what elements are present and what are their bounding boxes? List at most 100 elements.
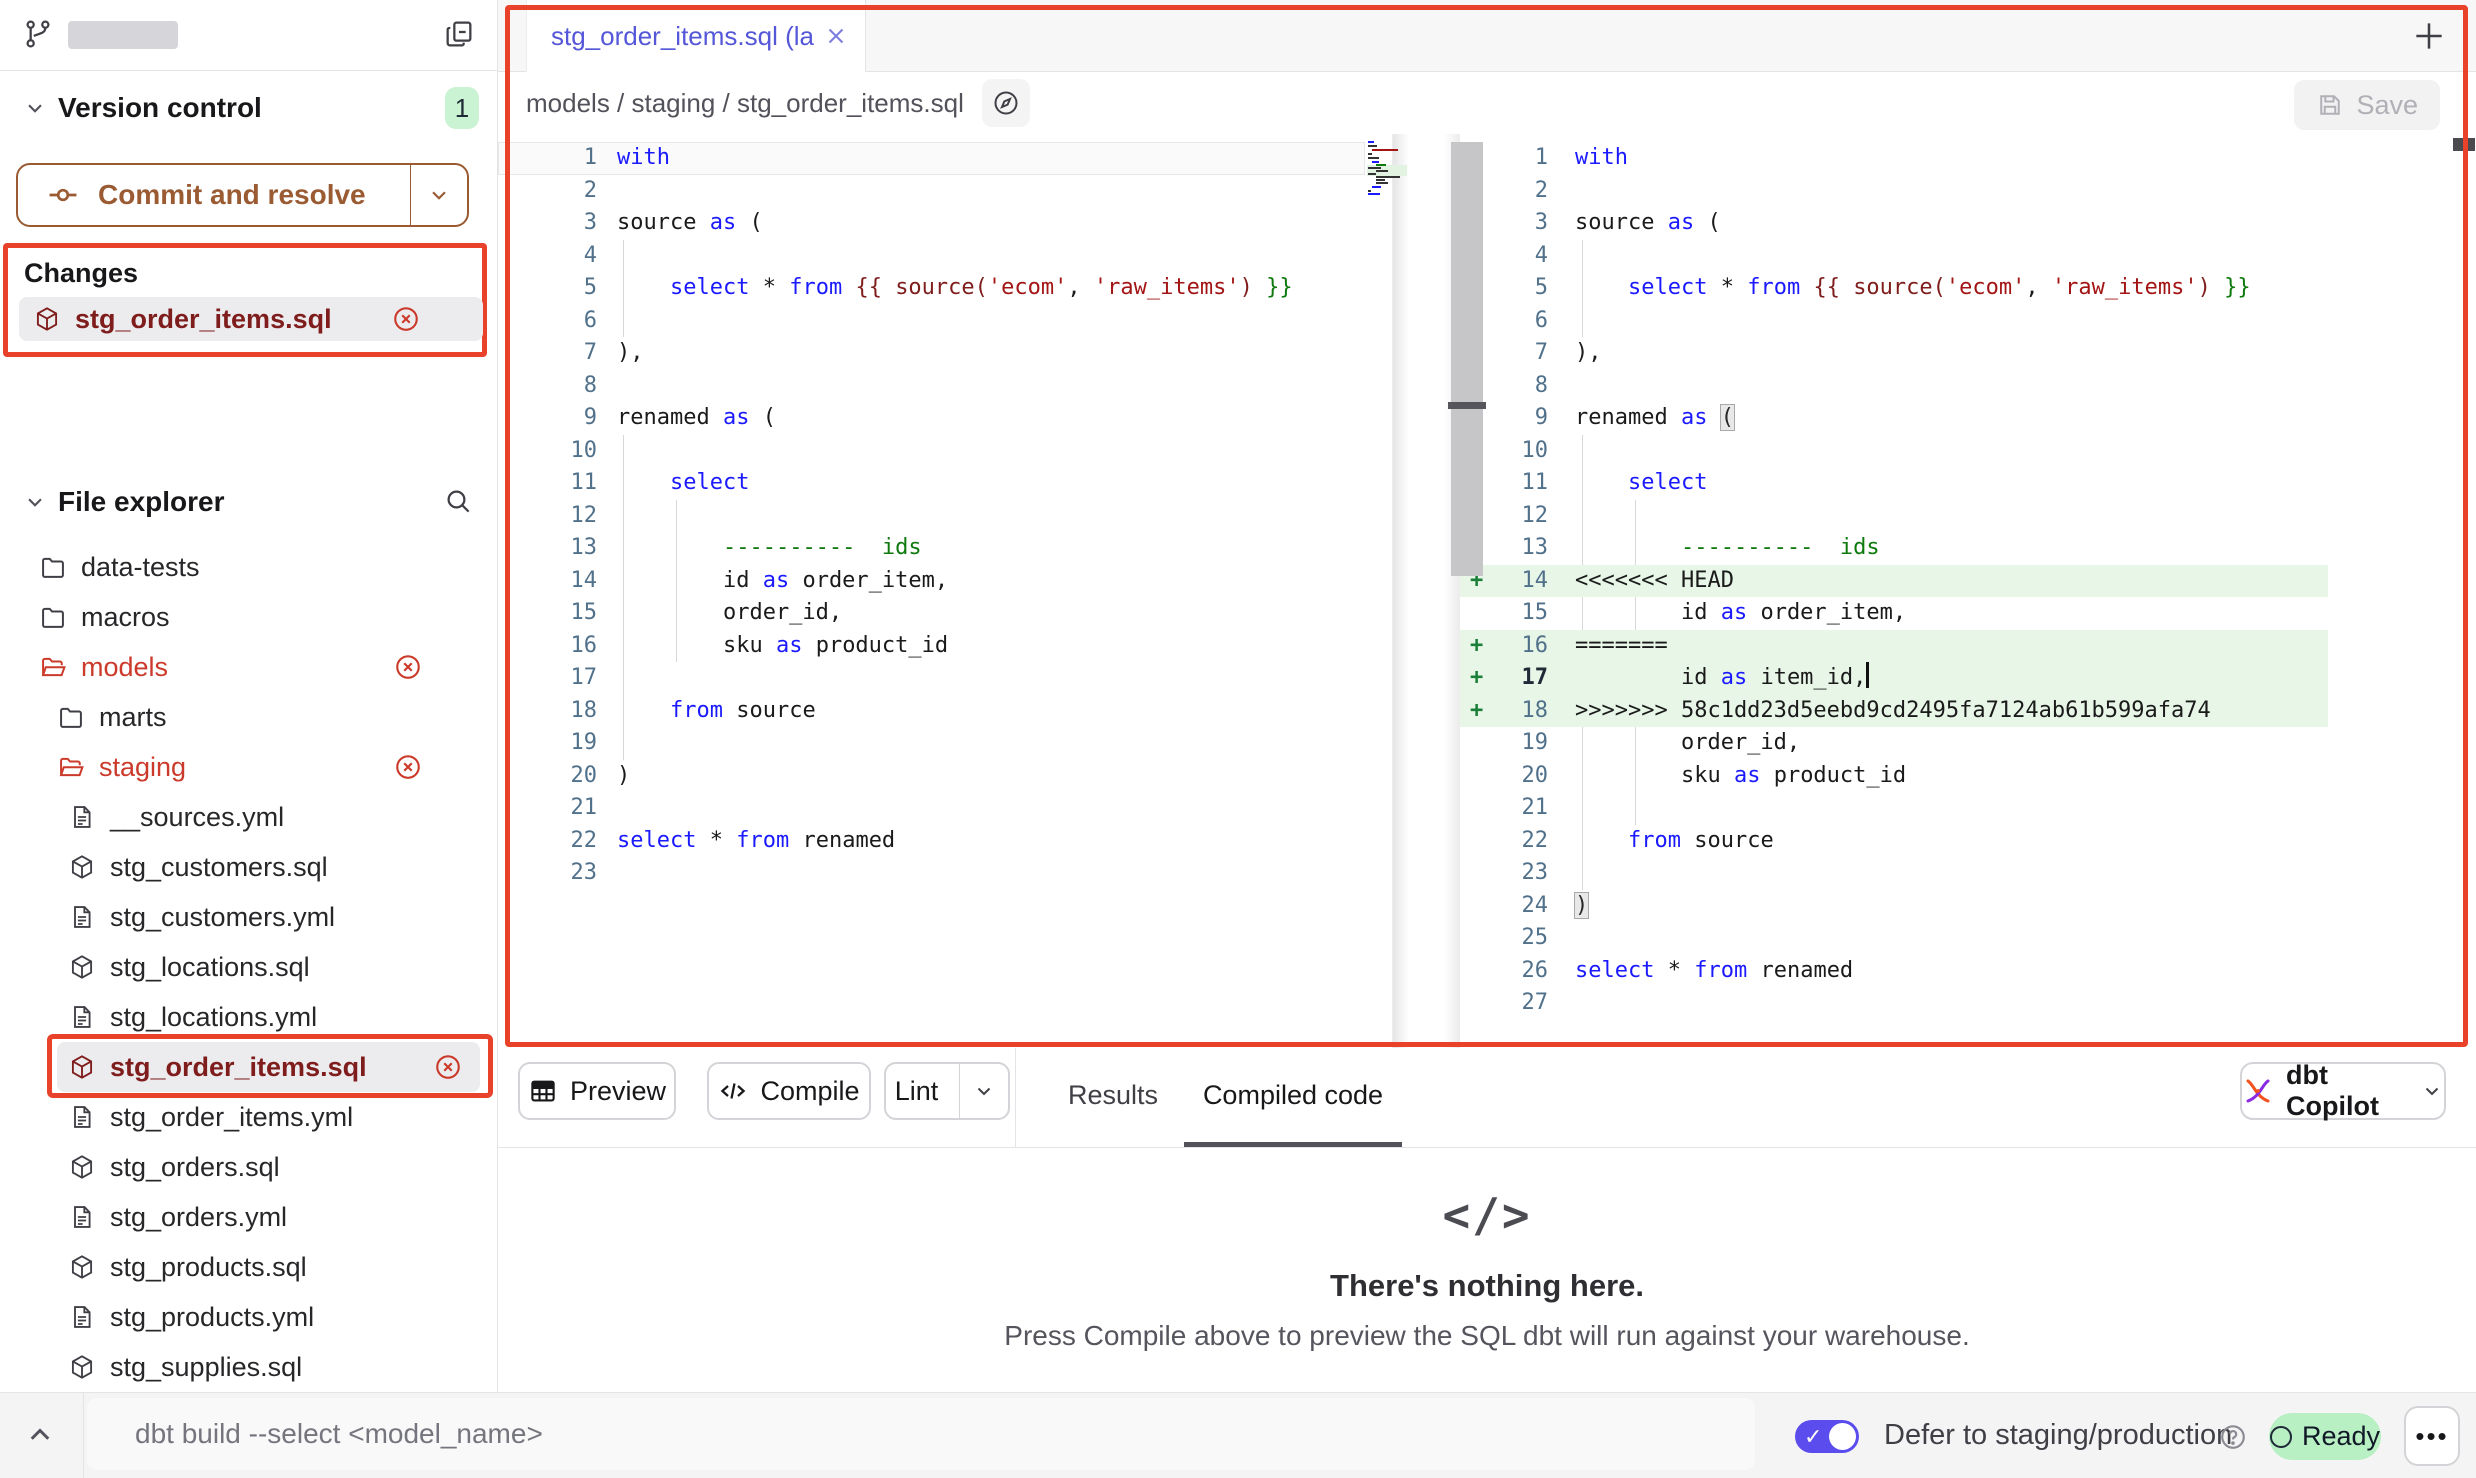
- copy-icon[interactable]: [443, 18, 475, 50]
- compile-button[interactable]: Compile: [707, 1062, 871, 1120]
- save-button[interactable]: Save: [2294, 80, 2440, 130]
- line-number: 6: [498, 305, 597, 338]
- chevron-up-icon[interactable]: [22, 1417, 58, 1453]
- code-line-18: +18>>>>>>> 58c1dd23d5eebd9cd2495fa7124ab…: [1460, 695, 2476, 728]
- defer-toggle[interactable]: ✓: [1795, 1420, 1859, 1453]
- line-number: 3: [498, 207, 597, 240]
- file-row-stg-supplies-sql[interactable]: stg_supplies.sql: [0, 1342, 497, 1392]
- file-label: macros: [81, 602, 170, 633]
- code-line-23: 23: [498, 857, 1392, 890]
- line-number: 18: [498, 695, 597, 728]
- line-number: 5: [498, 272, 597, 305]
- file-row-data-tests[interactable]: data-tests: [0, 542, 497, 592]
- dbt-copilot-button[interactable]: dbt Copilot: [2240, 1062, 2446, 1120]
- file-row-stg-products-sql[interactable]: stg_products.sql: [0, 1242, 497, 1292]
- changed-file-label: stg_order_items.sql: [75, 304, 332, 335]
- folder-open-icon: [39, 653, 67, 681]
- file-row-stg-orders-sql[interactable]: stg_orders.sql: [0, 1142, 497, 1192]
- empty-state-subtitle: Press Compile above to preview the SQL d…: [498, 1320, 2476, 1352]
- file-row-stg-orders-yml[interactable]: stg_orders.yml: [0, 1192, 497, 1242]
- line-number: 27: [1460, 987, 1548, 1020]
- file-row-stg-products-yml[interactable]: stg_products.yml: [0, 1292, 497, 1342]
- breadcrumb-row: models / staging / stg_order_items.sql S…: [498, 72, 2476, 134]
- tab-results[interactable]: Results: [1058, 1048, 1168, 1143]
- more-options-button[interactable]: •••: [2404, 1406, 2460, 1466]
- command-input[interactable]: dbt build --select <model_name>: [87, 1398, 1755, 1470]
- status-circle-icon: [2270, 1426, 2292, 1448]
- discard-change-icon[interactable]: [393, 652, 423, 682]
- model-cube-icon: [68, 953, 96, 981]
- file-row-macros[interactable]: macros: [0, 592, 497, 642]
- file-row-staging[interactable]: staging: [0, 742, 497, 792]
- file-row-stg-customers-sql[interactable]: stg_customers.sql: [0, 842, 497, 892]
- chevron-down-icon: [972, 1079, 996, 1103]
- right-scrollbar-thumb[interactable]: [1451, 142, 1483, 576]
- text-cursor: [1866, 662, 1869, 688]
- folder-open-icon: [57, 753, 85, 781]
- output-panel: </> There's nothing here. Press Compile …: [498, 1148, 2476, 1392]
- file-label: stg_locations.yml: [110, 1002, 317, 1033]
- copilot-label: dbt Copilot: [2286, 1060, 2408, 1122]
- file-row-models[interactable]: models: [0, 642, 497, 692]
- model-cube-icon: [68, 853, 96, 881]
- discard-change-icon[interactable]: [393, 752, 423, 782]
- doc-icon: [68, 903, 96, 931]
- editor-pane-modified[interactable]: 1with23source as (45 select * from {{ so…: [1460, 134, 2476, 1048]
- doc-icon: [68, 1303, 96, 1331]
- save-icon: [2316, 91, 2344, 119]
- file-label: stg_products.yml: [110, 1302, 314, 1333]
- code-line-19: 19 order_id,: [1460, 727, 2476, 760]
- lint-button[interactable]: Lint: [884, 1062, 1010, 1120]
- file-row-stg-customers-yml[interactable]: stg_customers.yml: [0, 892, 497, 942]
- file-row-stg-locations-sql[interactable]: stg_locations.sql: [0, 942, 497, 992]
- line-number: 20: [498, 760, 597, 793]
- file-explorer-section-header[interactable]: File explorer: [0, 478, 497, 526]
- close-icon[interactable]: [823, 23, 849, 49]
- lineage-button[interactable]: [982, 79, 1030, 127]
- git-commit-icon: [46, 178, 80, 212]
- editor-pane-original[interactable]: 1with23source as (45 select * from {{ so…: [498, 134, 1393, 1048]
- code-line-2: 2: [498, 175, 1392, 208]
- discard-change-icon[interactable]: [433, 1052, 463, 1082]
- line-number: 7: [498, 337, 597, 370]
- folder-icon: [57, 703, 85, 731]
- file-row-stg-locations-yml[interactable]: stg_locations.yml: [0, 992, 497, 1042]
- commit-and-resolve-button[interactable]: Commit and resolve: [16, 163, 469, 227]
- file-row--sources-yml[interactable]: __sources.yml: [0, 792, 497, 842]
- code-glyph-icon: </>: [1442, 1188, 1532, 1242]
- file-row-marts[interactable]: marts: [0, 692, 497, 742]
- tab-stg-order-items[interactable]: stg_order_items.sql (last c...: [526, 0, 866, 72]
- code-line-27: 27: [1460, 987, 2476, 1020]
- line-number: 12: [498, 500, 597, 533]
- changed-file-row[interactable]: stg_order_items.sql: [19, 297, 483, 341]
- code-line-16: +16=======: [1460, 630, 2476, 663]
- search-icon[interactable]: [443, 486, 473, 516]
- preview-button[interactable]: Preview: [518, 1062, 676, 1120]
- code-line-12: 12: [498, 500, 1392, 533]
- tab-compiled-code[interactable]: Compiled code: [1188, 1048, 1398, 1143]
- file-row-stg-order-items-yml[interactable]: stg_order_items.yml: [0, 1092, 497, 1142]
- chevron-down-icon: [2420, 1079, 2444, 1103]
- line-number: 15: [498, 597, 597, 630]
- discard-change-icon[interactable]: [391, 304, 421, 334]
- file-label: stg_orders.sql: [110, 1152, 280, 1183]
- ready-status-badge[interactable]: Ready: [2269, 1413, 2381, 1460]
- new-tab-icon[interactable]: [2410, 17, 2448, 55]
- file-row-stg-order-items-sql[interactable]: stg_order_items.sql: [57, 1042, 480, 1092]
- file-explorer-list: data-tests macros models martsstaging__sour…: [0, 542, 497, 1392]
- model-cube-icon: [68, 1353, 96, 1381]
- file-label: models: [81, 652, 168, 683]
- commit-dropdown-button[interactable]: [410, 165, 467, 225]
- doc-icon: [68, 803, 96, 831]
- code-line-11: 11 select: [1460, 467, 2476, 500]
- lint-dropdown-button[interactable]: [959, 1064, 1008, 1118]
- line-number: 2: [498, 175, 597, 208]
- help-icon[interactable]: [2218, 1422, 2248, 1452]
- line-number: 25: [1460, 922, 1548, 955]
- minimap[interactable]: [1367, 139, 1425, 197]
- version-control-section-header[interactable]: Version control 1: [0, 84, 497, 132]
- code-line-3: 3source as (: [498, 207, 1392, 240]
- code-line-16: 16 sku as product_id: [498, 630, 1392, 663]
- code-line-5: 5 select * from {{ source('ecom', 'raw_i…: [1460, 272, 2476, 305]
- check-icon: ✓: [1804, 1424, 1822, 1450]
